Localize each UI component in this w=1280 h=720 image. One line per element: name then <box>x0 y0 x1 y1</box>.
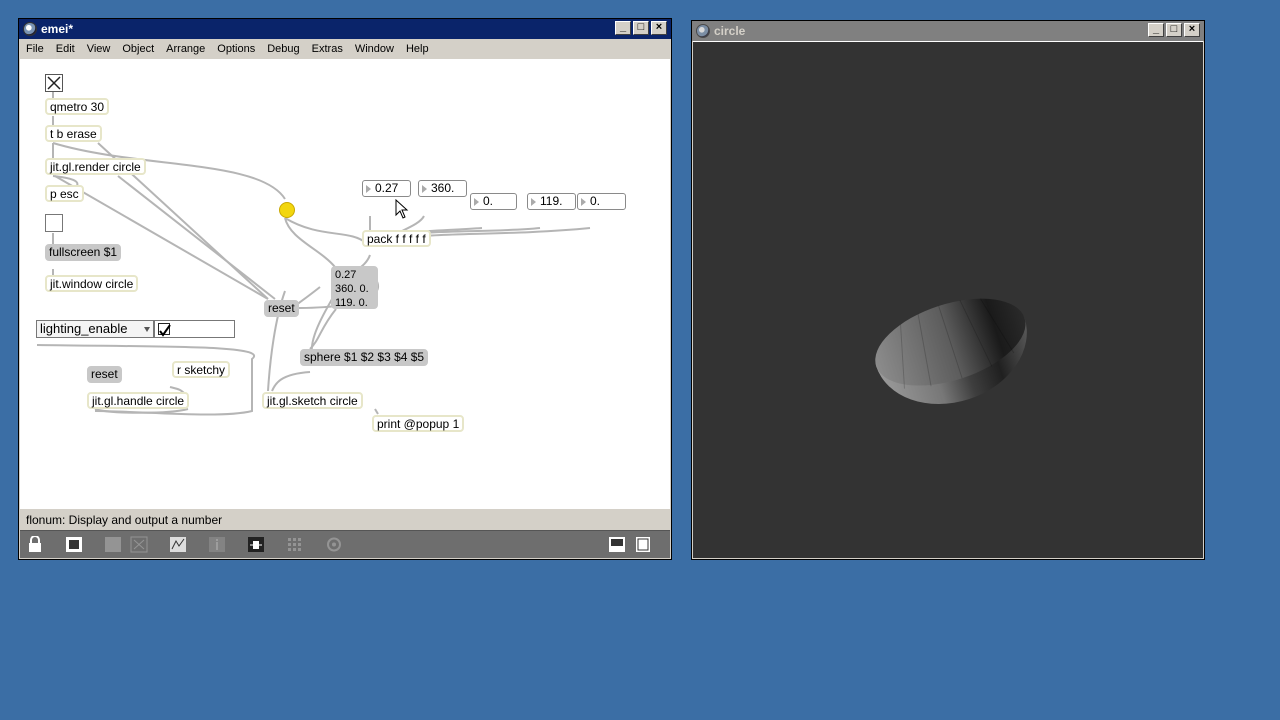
checkmark-icon <box>159 324 171 337</box>
info-icon[interactable] <box>208 536 226 553</box>
flonum-2[interactable]: 360. <box>418 180 467 197</box>
attrui-value-box[interactable] <box>154 320 235 338</box>
values-line-1: 0.27 <box>335 269 357 281</box>
bang-button[interactable] <box>279 202 295 218</box>
menubar: File Edit View Object Arrange Options De… <box>20 39 670 59</box>
qmetro-object[interactable]: qmetro 30 <box>45 98 110 115</box>
minimize-button[interactable]: _ <box>1148 23 1164 37</box>
maximize-button[interactable]: □ <box>633 21 649 35</box>
grid-icon[interactable] <box>286 536 304 553</box>
menu-view[interactable]: View <box>81 43 117 55</box>
patcher-title: emei* <box>41 22 74 36</box>
slider-icon[interactable] <box>247 536 265 553</box>
trigger-object[interactable]: t b erase <box>45 125 102 142</box>
toggle-grid-icon[interactable] <box>104 536 122 553</box>
patcher-canvas[interactable]: qmetro 30 t b erase jit.gl.render circle… <box>20 59 670 509</box>
menu-help[interactable]: Help <box>400 43 435 55</box>
minimize-button[interactable]: _ <box>615 21 631 35</box>
status-bar: flonum: Display and output a number <box>20 509 670 531</box>
sphere-message[interactable]: sphere $1 $2 $3 $4 $5 <box>300 349 429 366</box>
patcher-titlebar[interactable]: emei* _ □ × <box>19 19 671 39</box>
lighting-umenu-label: lighting_enable <box>40 321 128 336</box>
window-object[interactable]: jit.window circle <box>45 275 139 292</box>
pesc-object[interactable]: p esc <box>45 185 84 202</box>
hemisphere-render <box>875 298 1027 405</box>
menu-options[interactable]: Options <box>211 43 261 55</box>
handle-object[interactable]: jit.gl.handle circle <box>87 392 190 409</box>
receive-sketchy-object[interactable]: r sketchy <box>172 361 231 378</box>
gl-render-view[interactable] <box>693 42 1203 558</box>
values-message-box[interactable]: 0.27 360. 0. 119. 0. <box>331 266 378 309</box>
render-title: circle <box>714 24 746 38</box>
lighting-checkbox[interactable] <box>158 323 171 337</box>
menu-extras[interactable]: Extras <box>306 43 349 55</box>
close-button[interactable]: × <box>651 21 667 35</box>
fullscreen-message[interactable]: fullscreen $1 <box>45 244 122 261</box>
render-object[interactable]: jit.gl.render circle <box>45 158 146 175</box>
values-line-3: 119. 0. <box>335 297 368 309</box>
sketch-object[interactable]: jit.gl.sketch circle <box>262 392 363 409</box>
patcher-window: emei* _ □ × File Edit View Object Arrang… <box>18 18 672 560</box>
lighting-umenu[interactable]: lighting_enable <box>36 320 154 338</box>
render-titlebar[interactable]: circle _ □ × <box>692 21 1204 41</box>
menu-arrange[interactable]: Arrange <box>160 43 211 55</box>
menu-file[interactable]: File <box>20 43 50 55</box>
menu-edit[interactable]: Edit <box>50 43 81 55</box>
settings-icon[interactable] <box>325 536 343 553</box>
render-window: circle _ □ × <box>691 20 1205 560</box>
debug-icon[interactable] <box>169 536 187 553</box>
pack-object[interactable]: pack f f f f f <box>362 230 431 247</box>
maximize-button[interactable]: □ <box>1166 23 1182 37</box>
fullscreen-toggle[interactable] <box>45 214 63 232</box>
max-app-icon <box>696 24 710 38</box>
mouse-cursor-icon <box>395 199 409 219</box>
dropdown-arrow-icon <box>144 327 150 332</box>
flonum-4[interactable]: 119. <box>527 193 576 210</box>
toggle-x[interactable] <box>45 74 63 92</box>
flonum-5[interactable]: 0. <box>577 193 626 210</box>
close-button[interactable]: × <box>1184 23 1200 37</box>
menu-object[interactable]: Object <box>116 43 160 55</box>
lock-icon[interactable] <box>26 535 44 553</box>
presentation-icon[interactable] <box>65 536 83 553</box>
max-app-icon <box>23 22 37 36</box>
patcher-toolbar <box>20 530 670 558</box>
inspector-icon[interactable] <box>130 536 148 553</box>
status-text: flonum: Display and output a number <box>26 513 223 527</box>
values-line-2: 360. 0. <box>335 283 369 295</box>
menu-debug[interactable]: Debug <box>261 43 305 55</box>
reset-message-1[interactable]: reset <box>264 300 299 317</box>
print-object[interactable]: print @popup 1 <box>372 415 465 432</box>
flonum-3[interactable]: 0. <box>470 193 517 210</box>
reset-message-2[interactable]: reset <box>87 366 122 383</box>
split-view-icon[interactable] <box>608 536 626 553</box>
flonum-1[interactable]: 0.27 <box>362 180 411 197</box>
sidebar-icon[interactable] <box>634 536 652 553</box>
menu-window[interactable]: Window <box>349 43 400 55</box>
